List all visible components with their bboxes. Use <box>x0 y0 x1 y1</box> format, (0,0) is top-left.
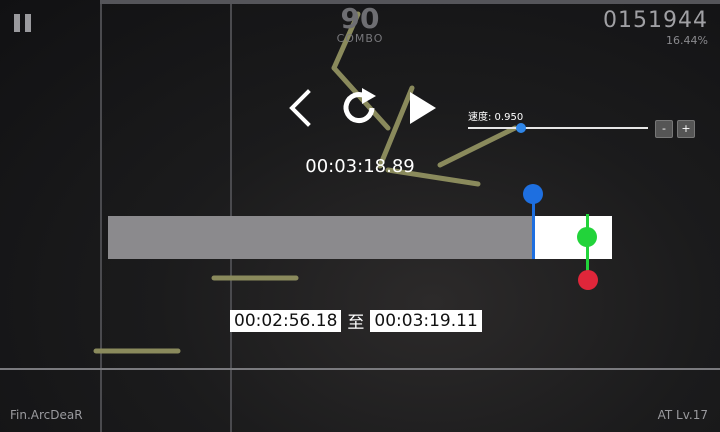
speed-decrease-button[interactable]: - <box>655 120 673 138</box>
current-time: 00:03:18.89 <box>305 156 415 177</box>
range-start-handle[interactable] <box>523 184 543 204</box>
range-start-time[interactable]: 00:02:56.18 <box>230 309 342 332</box>
pause-icon-bar <box>25 14 31 32</box>
difficulty-level: AT Lv.17 <box>657 408 708 422</box>
range-end-time[interactable]: 00:03:19.11 <box>370 309 482 332</box>
speed-label: 速度: 0.950 <box>468 112 524 123</box>
combo-count: 90 <box>340 2 380 35</box>
range-to-label: 至 <box>347 313 365 333</box>
speed-slider[interactable] <box>468 127 648 129</box>
arc-note <box>437 125 518 168</box>
chart-name: Fin.ArcDeaR <box>10 408 83 422</box>
timeline-selection <box>533 216 612 259</box>
speed-slider-handle[interactable] <box>516 123 526 133</box>
accuracy-percent: 16.44% <box>666 34 708 47</box>
pause-icon <box>14 14 20 32</box>
range-display: 00:02:56.18 至 00:03:19.11 <box>230 308 482 333</box>
current-position-handle[interactable] <box>577 227 597 247</box>
speed-increase-button[interactable]: + <box>677 120 695 138</box>
pause-button[interactable] <box>14 14 32 32</box>
range-start-marker-line <box>532 196 535 259</box>
restart-icon[interactable] <box>338 86 382 130</box>
play-icon[interactable] <box>408 90 438 126</box>
back-icon[interactable] <box>284 88 314 128</box>
score: 0151944 <box>603 8 708 33</box>
range-end-handle[interactable] <box>578 270 598 290</box>
combo-label: COMBO <box>336 32 384 45</box>
